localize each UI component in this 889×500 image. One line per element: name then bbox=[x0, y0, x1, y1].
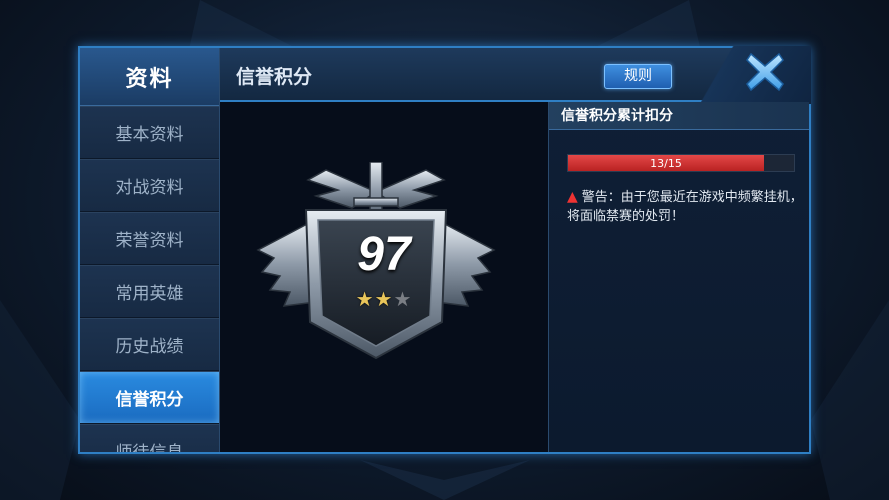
rules-button[interactable]: 规则 bbox=[604, 64, 672, 89]
sidebar-item-label: 荣誉资料 bbox=[115, 231, 184, 251]
sidebar-item-label: 师徒信息 bbox=[116, 438, 184, 452]
sidebar-title: 资料 bbox=[80, 48, 219, 106]
warning-message: ▲ 警告：由于您最近在游戏中频繁挂机，将面临禁赛的处罚！ bbox=[567, 188, 803, 226]
sidebar-item-common-heroes[interactable]: 常用英雄 bbox=[80, 265, 219, 318]
sidebar-item-label: 信誉积分 bbox=[115, 390, 184, 410]
sidebar-item-label: 常用英雄 bbox=[115, 284, 184, 304]
close-x-icon[interactable] bbox=[745, 52, 785, 92]
warning-triangle-icon: ▲ bbox=[567, 189, 578, 205]
header-bar: 信誉积分 规则 bbox=[220, 46, 811, 104]
star-icon: ★ bbox=[355, 287, 375, 311]
sidebar-item-honor-info[interactable]: 荣誉资料 bbox=[80, 212, 219, 265]
progress-text: 13/15 bbox=[650, 157, 682, 170]
star-icon: ★ bbox=[374, 287, 394, 311]
sidebar-item-credit-score[interactable]: 信誉积分 bbox=[80, 371, 219, 424]
sidebar-item-label: 对战资料 bbox=[115, 178, 184, 198]
sidebar-item-match-history[interactable]: 历史战绩 bbox=[80, 318, 219, 371]
deduction-progress-bar: 13/15 bbox=[567, 154, 795, 172]
page-title: 信誉积分 bbox=[236, 66, 313, 88]
emblem-area: 97 ★★★ bbox=[220, 102, 548, 452]
sidebar-item-mentor-info[interactable]: 师徒信息 bbox=[80, 424, 219, 452]
sidebar-item-label: 历史战绩 bbox=[115, 337, 184, 357]
close-area bbox=[701, 46, 811, 104]
sidebar-item-label: 基本资料 bbox=[115, 125, 184, 145]
deduction-title: 信誉积分累计扣分 bbox=[549, 102, 809, 130]
profile-panel: 资料 基本资料 对战资料 荣誉资料 常用英雄 历史战绩 信誉积分 师徒信息 信誉… bbox=[78, 46, 811, 454]
sidebar: 资料 基本资料 对战资料 荣誉资料 常用英雄 历史战绩 信誉积分 师徒信息 bbox=[80, 48, 220, 452]
sidebar-item-battle-info[interactable]: 对战资料 bbox=[80, 159, 219, 212]
sidebar-item-basic-info[interactable]: 基本资料 bbox=[80, 106, 219, 159]
star-rating: ★★★ bbox=[220, 287, 548, 311]
deduction-info-panel: 信誉积分累计扣分 13/15 ▲ 警告：由于您最近在游戏中频繁挂机，将面临禁赛的处… bbox=[548, 102, 809, 452]
warning-text: 警告：由于您最近在游戏中频繁挂机，将面临禁赛的处罚！ bbox=[567, 190, 803, 224]
star-empty-icon: ★ bbox=[393, 287, 413, 311]
credit-score-value: 97 bbox=[357, 228, 411, 281]
